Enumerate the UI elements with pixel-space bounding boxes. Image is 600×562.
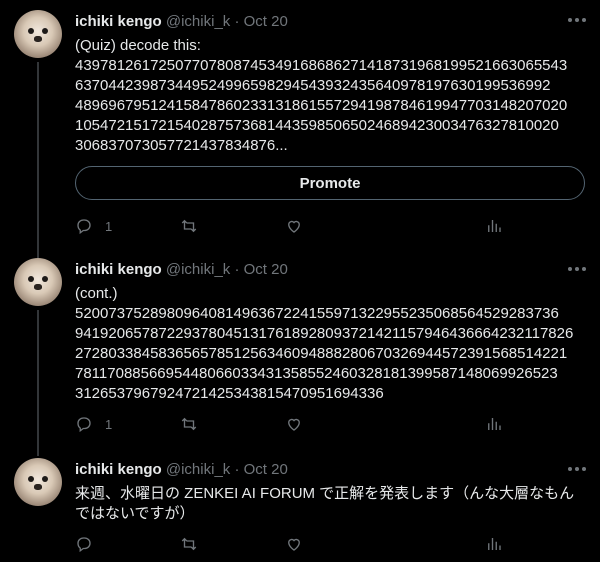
author-name[interactable]: ichiki kengo <box>75 261 162 278</box>
analytics-icon <box>488 418 501 430</box>
retweet-icon <box>181 537 197 551</box>
analytics-icon <box>488 538 501 550</box>
tweet-actions <box>75 534 515 554</box>
like-icon <box>288 418 300 431</box>
text-line: 2728033845836565785125634609488828067032… <box>75 345 568 362</box>
like-button[interactable] <box>285 216 303 236</box>
more-icon[interactable] <box>568 266 586 272</box>
tweet-actions: 1 <box>75 414 515 434</box>
author-name[interactable]: ichiki kengo <box>75 461 162 478</box>
text-line: 9419206578722937804513176189280937214211… <box>75 325 574 342</box>
like-icon <box>288 220 300 233</box>
text-line: (Quiz) decode this: <box>75 37 201 54</box>
retweet-icon <box>181 417 197 431</box>
retweet-button[interactable] <box>180 534 198 554</box>
thread-line <box>37 310 39 456</box>
tweet-actions: 1 <box>75 216 515 236</box>
text-line: 5200737528980964081496367224155971322955… <box>75 305 559 322</box>
reply-button[interactable] <box>75 534 93 554</box>
reply-count: 1 <box>105 416 113 432</box>
retweet-button[interactable] <box>180 216 198 236</box>
like-button[interactable] <box>285 534 303 554</box>
avatar[interactable] <box>14 258 62 306</box>
analytics-icon <box>488 220 501 232</box>
separator: · <box>234 13 240 30</box>
author-handle[interactable]: @ichiki_k <box>166 461 230 478</box>
reply-icon <box>77 537 91 553</box>
text-line: ではないですが） <box>75 505 195 522</box>
reply-button[interactable]: 1 <box>75 414 112 434</box>
retweet-icon <box>181 219 197 233</box>
tweet-date[interactable]: Oct 20 <box>244 13 288 30</box>
reply-count: 1 <box>105 218 113 234</box>
like-icon <box>288 538 300 551</box>
separator: · <box>234 461 240 478</box>
author-handle[interactable]: @ichiki_k <box>166 261 230 278</box>
text-line: 30683707305772143783487​6... <box>75 137 288 154</box>
reply-icon <box>77 219 91 235</box>
promote-button[interactable]: Promote <box>75 166 585 200</box>
text-line: 1054721517215402875736814435985065024689… <box>75 117 559 134</box>
avatar[interactable] <box>14 458 62 506</box>
text-line: 6370442398734495249965982945439324356409… <box>75 77 551 94</box>
text-line: 4896967951241584786023313186155729419878… <box>75 97 568 114</box>
author-name[interactable]: ichiki kengo <box>75 13 162 30</box>
tweet-date[interactable]: Oct 20 <box>244 461 288 478</box>
more-icon[interactable] <box>568 466 586 472</box>
text-line: 来週、水曜日の ZENKEI AI FORUM で正解を発表します（んな大層なも… <box>75 485 575 502</box>
author-handle[interactable]: @ichiki_k <box>166 13 230 30</box>
text-line: 31265379679247214253438154709516943​36 <box>75 385 384 402</box>
thread-line <box>37 62 39 258</box>
separator: · <box>234 261 240 278</box>
tweet-header: ichiki kengo @ichiki_k · Oct 20 <box>75 260 288 280</box>
retweet-button[interactable] <box>180 414 198 434</box>
tweet-text: (Quiz) decode this: 43978126172507707808… <box>75 36 595 156</box>
analytics-button[interactable] <box>485 414 503 434</box>
text-line: 4397812617250770780874534916868627141873… <box>75 57 568 74</box>
reply-icon <box>77 417 91 433</box>
reply-button[interactable]: 1 <box>75 216 112 236</box>
more-icon[interactable] <box>568 17 586 23</box>
text-line: (cont.) <box>75 285 118 302</box>
avatar[interactable] <box>14 10 62 58</box>
tweet-header: ichiki kengo @ichiki_k · Oct 20 <box>75 460 288 480</box>
text-line: 7811708856695448066033431358552460328181… <box>75 365 558 382</box>
like-button[interactable] <box>285 414 303 434</box>
tweet-text: 来週、水曜日の ZENKEI AI FORUM で正解を発表します（んな大層なも… <box>75 484 595 524</box>
analytics-button[interactable] <box>485 216 503 236</box>
analytics-button[interactable] <box>485 534 503 554</box>
tweet-date[interactable]: Oct 20 <box>244 261 288 278</box>
tweet-text: (cont.) 52007375289809640814963672241559… <box>75 284 595 404</box>
tweet-header: ichiki kengo @ichiki_k · Oct 20 <box>75 12 288 32</box>
